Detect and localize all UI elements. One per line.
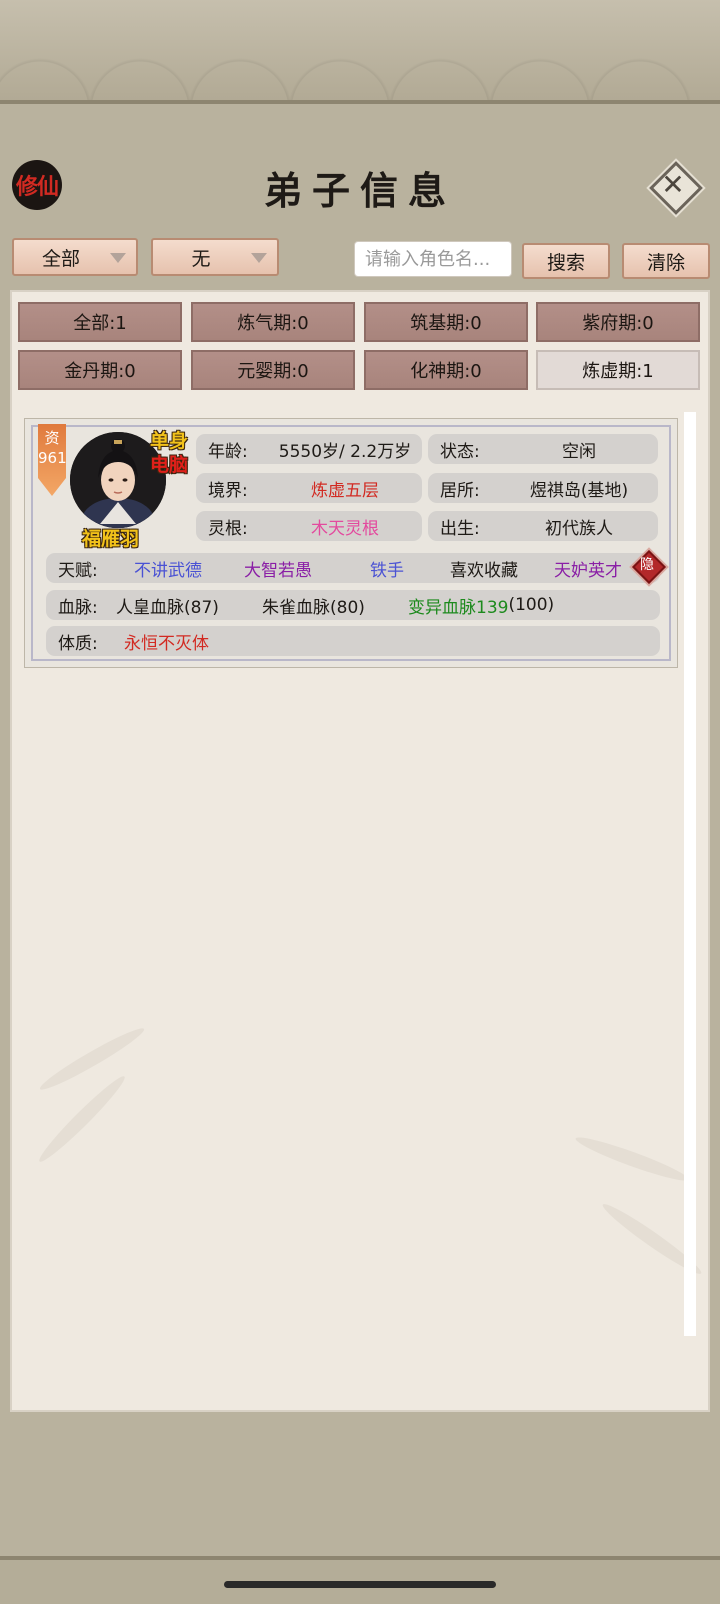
talent-label: 天赋: xyxy=(58,560,98,581)
age-field: 年龄: 5550岁/ 2.2万岁 xyxy=(196,434,422,464)
chevron-down-icon xyxy=(110,253,126,263)
age-value: 5550岁/ 2.2万岁 xyxy=(278,441,412,462)
bloodline-item-value: (100) xyxy=(508,595,555,615)
hide-talent-button[interactable]: 隐 xyxy=(632,550,666,584)
physique-value: 永恒不灭体 xyxy=(124,633,209,654)
birth-label: 出生: xyxy=(440,518,480,539)
close-x-icon: ✕ xyxy=(661,168,685,201)
bamboo-leaf-decoration xyxy=(573,1131,691,1187)
talent-item[interactable]: 不讲武德 xyxy=(134,556,238,581)
realm-label: 境界: xyxy=(208,480,248,501)
status-value: 空闲 xyxy=(562,441,596,462)
computer-tag: 电脑 xyxy=(150,454,189,476)
status-label: 状态: xyxy=(440,441,480,462)
bamboo-leaf-decoration xyxy=(36,1022,148,1096)
age-label: 年龄: xyxy=(208,441,248,462)
tab-zifu[interactable]: 紫府期:0 xyxy=(536,302,700,342)
bloodline-label: 血脉: xyxy=(58,597,98,618)
talent-item[interactable]: 铁手 xyxy=(368,556,450,581)
bloodline-field: 血脉: 人皇血脉(87) 朱雀血脉(80) 变异血脉139 (100) xyxy=(46,590,660,620)
single-tag: 单身 xyxy=(150,430,189,452)
attribute-dropdown[interactable]: 无 xyxy=(151,238,279,276)
name-search-input[interactable] xyxy=(354,241,512,277)
tab-zhuji[interactable]: 筑基期:0 xyxy=(364,302,528,342)
aptitude-text: 资 961 xyxy=(38,429,67,467)
bloodline-item: 人皇血脉(87) xyxy=(116,597,219,618)
talent-item[interactable]: 大智若愚 xyxy=(238,556,368,581)
search-button[interactable]: 搜索 xyxy=(522,243,610,279)
status-field: 状态: 空闲 xyxy=(428,434,658,464)
residence-value: 煜祺岛(基地) xyxy=(529,480,629,501)
bloodline-item-name: 变异血脉139 xyxy=(408,597,509,618)
chevron-down-icon xyxy=(251,253,267,263)
residence-label: 居所: xyxy=(440,480,480,501)
birth-value: 初代族人 xyxy=(545,518,613,539)
top-decorative-band xyxy=(0,0,720,104)
residence-field: 居所: 煜祺岛(基地) xyxy=(428,473,658,503)
tab-jindan[interactable]: 金丹期:0 xyxy=(18,350,182,390)
birth-field: 出生: 初代族人 xyxy=(428,511,658,541)
tab-all[interactable]: 全部:1 xyxy=(18,302,182,342)
tab-yuanying[interactable]: 元婴期:0 xyxy=(191,350,355,390)
list-scrollbar[interactable] xyxy=(684,412,696,1336)
spirit-root-field: 灵根: 木天灵根 xyxy=(196,511,422,541)
spirit-root-value: 木天灵根 xyxy=(311,518,379,539)
category-dropdown[interactable]: 全部 xyxy=(12,238,138,276)
tab-huashen[interactable]: 化神期:0 xyxy=(364,350,528,390)
tab-lianqi[interactable]: 炼气期:0 xyxy=(191,302,355,342)
page-title: 弟子信息 xyxy=(263,168,456,213)
realm-value: 炼虚五层 xyxy=(311,480,379,501)
home-indicator[interactable] xyxy=(224,1581,496,1588)
talent-item[interactable]: 喜欢收藏 xyxy=(450,556,554,581)
physique-field: 体质: 永恒不灭体 xyxy=(46,626,660,656)
bloodline-item: 朱雀血脉(80) xyxy=(262,597,365,618)
realm-field: 境界: 炼虚五层 xyxy=(196,473,422,503)
disciple-name: 福雁羽 xyxy=(82,528,140,550)
tab-lianxu[interactable]: 炼虚期:1 xyxy=(536,350,700,390)
spirit-root-label: 灵根: xyxy=(208,518,248,539)
close-button[interactable]: ✕ xyxy=(648,160,703,215)
hide-badge-text: 隐 xyxy=(640,557,654,573)
physique-label: 体质: xyxy=(58,633,98,654)
bottom-decorative-band xyxy=(0,1556,720,1604)
clear-button[interactable]: 清除 xyxy=(622,243,710,279)
talent-item[interactable]: 天妒英才 xyxy=(554,556,644,581)
talent-field: 天赋: 不讲武德 大智若愚 铁手 喜欢收藏 天妒英才 xyxy=(46,553,660,583)
